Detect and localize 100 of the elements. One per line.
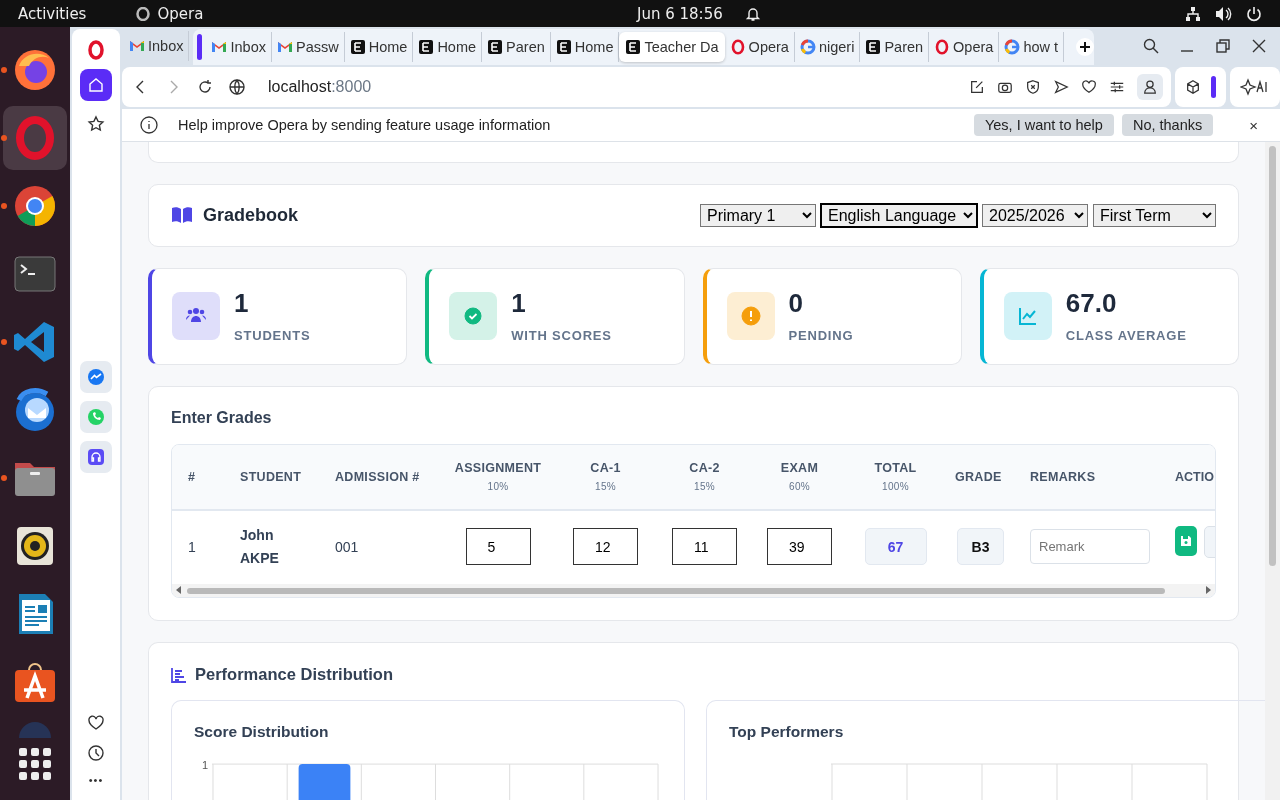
clock[interactable]: Jun 6 18:56 — [637, 4, 723, 23]
shield-icon[interactable] — [1025, 79, 1041, 95]
infobar-button[interactable]: No, thanks — [1121, 114, 1214, 136]
stat-value: 1 — [511, 289, 527, 316]
power-icon[interactable] — [1246, 5, 1262, 22]
app-menu[interactable]: Opera — [136, 4, 204, 23]
heart-icon[interactable] — [87, 714, 105, 732]
browser-tab[interactable]: Inbox — [124, 31, 190, 61]
horizontal-scrollbar[interactable] — [172, 583, 1215, 597]
app-grid-icon[interactable] — [19, 748, 51, 780]
column-header: GRADE — [943, 444, 1018, 511]
opera-icon — [934, 39, 951, 55]
mail-icon — [276, 39, 293, 55]
network-icon[interactable] — [1185, 5, 1201, 22]
browser-tab[interactable]: Paren — [482, 32, 551, 62]
sidebar-app-button[interactable] — [80, 361, 112, 393]
panel-title: Top Performers — [729, 723, 845, 741]
sidebar-app-button[interactable] — [80, 441, 112, 473]
check-circle-icon — [462, 305, 485, 328]
filter-dropdown[interactable]: 2025/2026 — [982, 203, 1088, 227]
student-name: John AKPE — [239, 525, 280, 568]
heart-icon[interactable] — [1081, 79, 1097, 95]
section-title: Gradebook — [203, 204, 299, 226]
edit-icon[interactable] — [969, 79, 985, 95]
sidebar-button[interactable] — [80, 69, 112, 101]
ai-button[interactable] — [1230, 67, 1280, 107]
browser-tab[interactable]: Opera — [724, 32, 795, 62]
sliders-icon[interactable] — [1109, 79, 1125, 95]
plus-icon — [1080, 42, 1091, 52]
sparkle-ai-icon — [1240, 78, 1270, 96]
extension-marker — [1211, 76, 1216, 98]
search-icon[interactable] — [1142, 37, 1160, 55]
bar-chart-icon — [171, 666, 187, 683]
letter-e-icon — [865, 39, 882, 55]
new-tab-button[interactable] — [1076, 38, 1095, 56]
browser-tab[interactable]: Home — [550, 32, 620, 62]
table-cell-text: 1 — [187, 537, 197, 557]
book-icon — [171, 206, 193, 225]
browser-tab[interactable]: how t — [999, 32, 1065, 62]
column-header: REMARKS — [1018, 444, 1173, 511]
person-icon — [1142, 79, 1158, 95]
close-button[interactable]: × — [1245, 116, 1262, 134]
opera-icon — [729, 39, 746, 55]
left-arrow-icon[interactable] — [176, 586, 182, 595]
axis-tick: 1 — [200, 760, 208, 771]
volume-icon[interactable] — [1215, 5, 1232, 22]
letter-e-icon — [487, 39, 504, 55]
profile-button[interactable] — [1137, 74, 1163, 100]
phone-bubble-icon — [85, 406, 107, 428]
browser-tab[interactable]: Home — [344, 32, 414, 62]
letter-e-icon — [625, 39, 642, 55]
column-header: # — [172, 444, 228, 511]
activities-button[interactable]: Activities — [18, 4, 87, 23]
send-icon[interactable] — [1053, 79, 1069, 95]
cube-icon[interactable] — [1185, 79, 1201, 95]
exclamation-icon — [739, 305, 762, 328]
line-chart-icon — [1016, 305, 1039, 328]
column-header: TOTAL 100% — [848, 444, 943, 511]
score-field[interactable]: 12 — [573, 528, 638, 566]
browser-tab[interactable]: Inbox — [206, 32, 272, 62]
remark-field[interactable]: Remark — [1030, 529, 1150, 565]
browser-tab[interactable]: Paren — [860, 32, 930, 62]
save-button[interactable] — [1175, 525, 1197, 556]
globe-icon[interactable] — [228, 78, 246, 96]
info-message: Help improve Opera by sending feature usage information — [178, 117, 551, 133]
scrollbar[interactable] — [1265, 142, 1280, 800]
mail-icon — [129, 38, 145, 54]
table-cell-text: 001 — [334, 537, 360, 557]
info-icon — [140, 116, 158, 134]
browser-tab[interactable]: Opera — [929, 32, 1000, 62]
workspace-marker — [197, 34, 203, 60]
filter-dropdown[interactable]: English Language — [821, 203, 977, 227]
address-field[interactable]: localhost:8000 — [268, 78, 372, 96]
infobar-button[interactable]: Yes, I want to help — [973, 114, 1114, 136]
clock-icon[interactable] — [87, 744, 105, 762]
letter-e-icon — [349, 39, 366, 55]
score-field[interactable]: 39 — [767, 528, 832, 566]
stat-value: 1 — [234, 289, 250, 316]
filter-dropdown[interactable]: Primary 1 — [700, 203, 816, 227]
letter-e-icon — [555, 39, 572, 55]
score-field[interactable]: 5 — [465, 528, 531, 566]
more-button[interactable]: ••• — [88, 774, 104, 786]
opera-logo[interactable] — [85, 39, 107, 61]
stat-label: PENDING — [788, 327, 854, 343]
browser-tab[interactable]: Teacher Da — [619, 32, 725, 62]
score-field[interactable]: 11 — [672, 528, 737, 566]
home-icon — [87, 76, 105, 94]
browser-tab[interactable]: nigeri — [794, 32, 861, 62]
stat-label: WITH SCORES — [511, 327, 612, 343]
restore-icon[interactable] — [1214, 37, 1232, 55]
google-icon — [1004, 39, 1021, 55]
browser-tab[interactable]: Passw — [271, 32, 345, 62]
filter-dropdown[interactable]: First Term — [1093, 203, 1216, 227]
column-header: ACTIO — [1173, 444, 1215, 511]
panel-title: Score Distribution — [194, 723, 330, 741]
reload-icon[interactable] — [196, 78, 214, 96]
column-header: STUDENT — [228, 444, 323, 511]
browser-tab[interactable]: Home — [413, 32, 483, 62]
close-icon[interactable] — [1250, 37, 1268, 55]
right-arrow-icon[interactable] — [1205, 586, 1211, 595]
